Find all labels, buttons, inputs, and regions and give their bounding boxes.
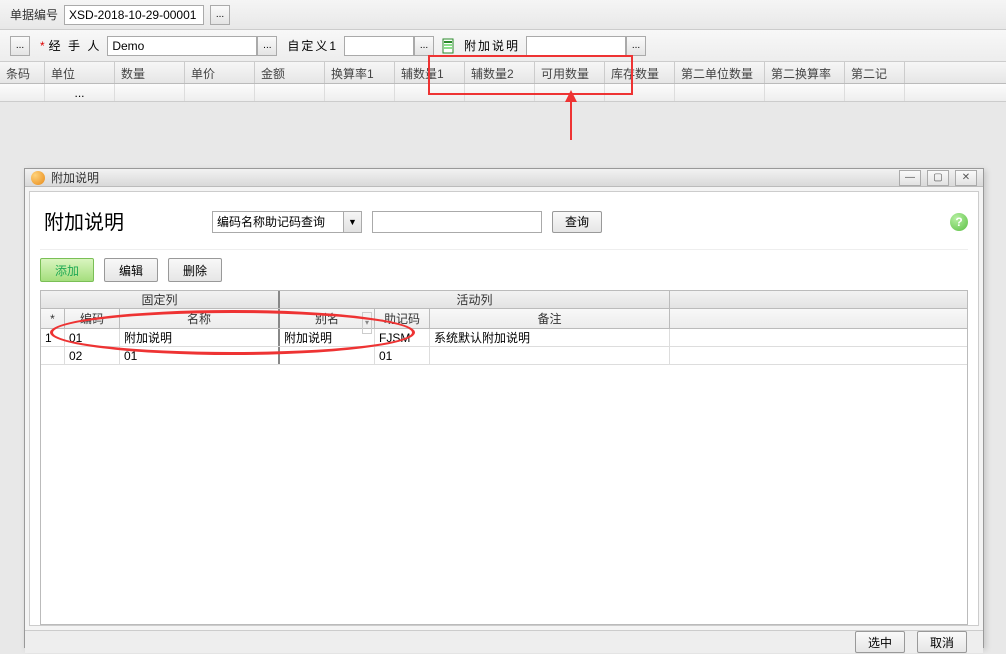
handler-input[interactable] — [107, 36, 257, 56]
search-input[interactable] — [372, 211, 542, 233]
form-row: ... * 经 手 人 ... 自定义1 ... 附加说明 ... — [0, 30, 1006, 62]
help-icon[interactable]: ? — [950, 213, 968, 231]
table-row[interactable]: 101附加说明附加说明FJSM系统默认附加说明 — [41, 329, 967, 347]
column-header[interactable]: 第二换算率 — [765, 62, 845, 83]
column-subcell — [465, 84, 535, 101]
table-cell — [41, 347, 65, 364]
column-header[interactable]: 数量 — [115, 62, 185, 83]
table-cell — [280, 347, 375, 364]
edit-button[interactable]: 编辑 — [104, 258, 158, 282]
column-header[interactable]: 辅数量2 — [465, 62, 535, 83]
table-cell: 01 — [120, 347, 280, 364]
required-marker: * — [40, 39, 45, 53]
minimize-button[interactable]: — — [899, 170, 921, 186]
table-cell: 附加说明 — [280, 329, 375, 346]
attach-dialog: 附加说明 — ▢ ✕ 附加说明 ▼ 查询 ? 添加 编辑 删除 固定列 活动列 — [24, 168, 984, 648]
table-cell — [430, 347, 670, 364]
attach-lookup-button[interactable]: ... — [626, 36, 646, 56]
header-mnemonic[interactable]: 助记码 — [375, 309, 430, 328]
chevron-down-icon[interactable]: ▼ — [343, 212, 361, 232]
sheet-icon — [441, 38, 457, 54]
custom1-input[interactable] — [344, 36, 414, 56]
column-subcell — [765, 84, 845, 101]
dialog-footer: 选中 取消 — [25, 630, 983, 653]
header-alias-text: 别名 — [315, 312, 339, 326]
header-remark[interactable]: 备注 — [430, 309, 670, 328]
column-subcell — [395, 84, 465, 101]
table-cell: 02 — [65, 347, 120, 364]
column-header[interactable]: 单位 — [45, 62, 115, 83]
maximize-button[interactable]: ▢ — [927, 170, 949, 186]
column-sub-bar: ... — [0, 84, 1006, 102]
dialog-body: 附加说明 ▼ 查询 ? 添加 编辑 删除 固定列 活动列 * 编码 名称 — [29, 191, 979, 626]
dialog-main-title: 附加说明 — [40, 204, 132, 239]
dialog-titlebar[interactable]: 附加说明 — ▢ ✕ — [25, 169, 983, 187]
handler-label: 经 手 人 — [49, 37, 102, 54]
column-subcell — [605, 84, 675, 101]
document-number-label: 单据编号 — [10, 6, 58, 23]
column-subcell — [845, 84, 905, 101]
column-subcell — [0, 84, 45, 101]
header-star[interactable]: * — [41, 309, 65, 328]
document-number-lookup-button[interactable]: ... — [210, 5, 230, 25]
attach-input[interactable] — [526, 36, 626, 56]
custom1-label: 自定义1 — [287, 37, 338, 54]
alias-filter-icon[interactable]: ▾ — [362, 312, 372, 334]
table-cell: 01 — [65, 329, 120, 346]
table-header-row: * 编码 名称 别名▾ 助记码 备注 — [41, 309, 967, 329]
column-header[interactable]: 金额 — [255, 62, 325, 83]
column-subcell — [255, 84, 325, 101]
column-header[interactable]: 库存数量 — [605, 62, 675, 83]
column-header-bar: 条码单位数量单价金额换算率1辅数量1辅数量2可用数量库存数量第二单位数量第二换算… — [0, 62, 1006, 84]
document-number-bar: 单据编号 ... — [0, 0, 1006, 30]
handler-lookup-button[interactable]: ... — [257, 36, 277, 56]
leading-ellipsis-button[interactable]: ... — [10, 36, 30, 56]
attach-label: 附加说明 — [464, 37, 520, 54]
column-header[interactable]: 条码 — [0, 62, 45, 83]
search-mode-combo[interactable]: ▼ — [212, 211, 362, 233]
select-button[interactable]: 选中 — [855, 631, 905, 653]
header-name[interactable]: 名称 — [120, 309, 280, 328]
close-button[interactable]: ✕ — [955, 170, 977, 186]
column-header[interactable]: 单价 — [185, 62, 255, 83]
custom1-lookup-button[interactable]: ... — [414, 36, 434, 56]
column-subcell: ... — [45, 84, 115, 101]
table-cell: 01 — [375, 347, 430, 364]
table-cell: 系统默认附加说明 — [430, 329, 670, 346]
search-mode-input[interactable] — [213, 212, 343, 232]
add-button[interactable]: 添加 — [40, 258, 94, 282]
table-body: 101附加说明附加说明FJSM系统默认附加说明020101 — [41, 329, 967, 624]
dialog-search-row: 附加说明 ▼ 查询 ? — [40, 198, 968, 250]
column-header[interactable]: 第二记 — [845, 62, 905, 83]
table-row[interactable]: 020101 — [41, 347, 967, 365]
column-subcell — [675, 84, 765, 101]
query-button[interactable]: 查询 — [552, 211, 602, 233]
dialog-titlebar-text: 附加说明 — [51, 169, 893, 186]
table-group-header: 固定列 活动列 — [41, 291, 967, 309]
table-cell: 附加说明 — [120, 329, 280, 346]
column-subcell — [325, 84, 395, 101]
column-header[interactable]: 换算率1 — [325, 62, 395, 83]
table-cell: 1 — [41, 329, 65, 346]
dialog-icon — [31, 171, 45, 185]
header-alias[interactable]: 别名▾ — [280, 309, 375, 328]
document-number-input[interactable] — [64, 5, 204, 25]
delete-button[interactable]: 删除 — [168, 258, 222, 282]
group-fixed-header: 固定列 — [41, 291, 280, 308]
cancel-button[interactable]: 取消 — [917, 631, 967, 653]
column-header[interactable]: 可用数量 — [535, 62, 605, 83]
column-subcell — [115, 84, 185, 101]
column-header[interactable]: 辅数量1 — [395, 62, 465, 83]
dialog-toolbar: 添加 编辑 删除 — [40, 250, 968, 290]
inner-table: 固定列 活动列 * 编码 名称 别名▾ 助记码 备注 101附加说明附加说明FJ… — [40, 290, 968, 625]
column-subcell — [185, 84, 255, 101]
header-code[interactable]: 编码 — [65, 309, 120, 328]
group-active-header: 活动列 — [280, 291, 670, 308]
table-cell: FJSM — [375, 329, 430, 346]
column-header[interactable]: 第二单位数量 — [675, 62, 765, 83]
column-subcell — [535, 84, 605, 101]
